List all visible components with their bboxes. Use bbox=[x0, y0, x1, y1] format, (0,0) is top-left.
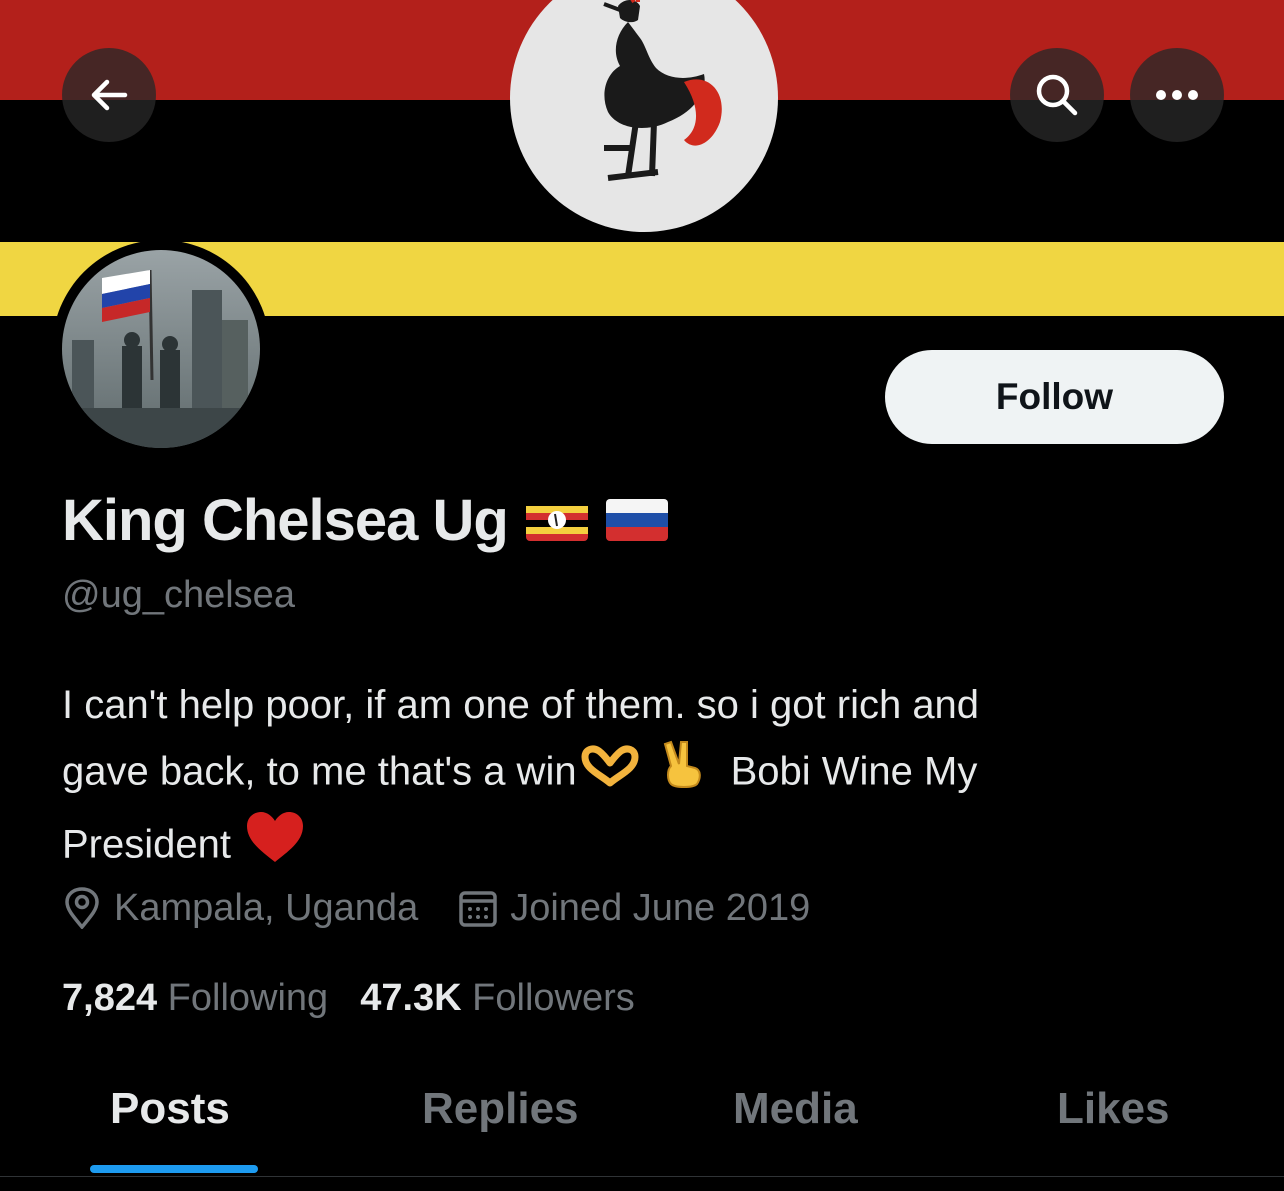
following-link[interactable]: 7,824 Following bbox=[62, 977, 328, 1020]
joined-text: Joined June 2019 bbox=[510, 886, 811, 929]
uganda-flag-emoji bbox=[525, 499, 588, 541]
more-icon bbox=[1156, 90, 1198, 100]
followers-count: 47.3K bbox=[360, 976, 462, 1019]
tab-likes[interactable]: Likes bbox=[1057, 1084, 1170, 1134]
russia-flag-emoji bbox=[605, 499, 668, 541]
avatar-image bbox=[62, 250, 260, 448]
tab-media[interactable]: Media bbox=[733, 1084, 858, 1134]
back-arrow-icon bbox=[91, 79, 128, 111]
profile-tabs: Posts Replies Media Likes bbox=[0, 1060, 1284, 1177]
bio: I can't help poor, if am one of them. so… bbox=[62, 672, 1222, 884]
followers-link[interactable]: 47.3K Followers bbox=[360, 977, 635, 1020]
follow-button[interactable]: Follow bbox=[885, 350, 1224, 444]
location: Kampala, Uganda bbox=[62, 887, 418, 930]
location-text: Kampala, Uganda bbox=[114, 886, 419, 929]
profile-meta: Kampala, Uganda Joined June 2019 bbox=[62, 882, 850, 934]
display-name: King Chelsea Ug bbox=[62, 487, 509, 553]
name-row: King Chelsea Ug bbox=[62, 484, 668, 556]
handle: @ug_chelsea bbox=[62, 574, 295, 616]
calendar-icon bbox=[459, 891, 497, 927]
following-label: Following bbox=[167, 976, 329, 1019]
join-date: Joined June 2019 bbox=[458, 887, 810, 930]
back-button[interactable] bbox=[62, 48, 156, 142]
follow-stats: 7,824 Following 47.3K Followers bbox=[62, 972, 667, 1024]
bio-text: President bbox=[62, 822, 231, 867]
tab-replies[interactable]: Replies bbox=[422, 1084, 579, 1134]
victory-hand-emoji bbox=[661, 738, 705, 810]
bio-line: I can't help poor, if am one of them. so… bbox=[62, 672, 1222, 738]
more-button[interactable] bbox=[1130, 48, 1224, 142]
bio-line: gave back, to me that's a win Bobi Wine … bbox=[62, 738, 1222, 810]
location-pin-icon bbox=[65, 887, 99, 929]
search-icon bbox=[1036, 74, 1078, 116]
bio-text: I can't help poor, if am one of them. so… bbox=[62, 683, 980, 727]
search-button[interactable] bbox=[1010, 48, 1104, 142]
tab-posts[interactable]: Posts bbox=[110, 1084, 230, 1134]
bio-text: gave back, to me that's a win bbox=[62, 749, 577, 794]
following-count: 7,824 bbox=[62, 976, 158, 1019]
tabs-divider bbox=[0, 1176, 1284, 1177]
crested-crane-emblem bbox=[510, 0, 778, 232]
avatar[interactable] bbox=[52, 240, 270, 458]
heart-hands-emoji bbox=[581, 741, 639, 807]
followers-label: Followers bbox=[472, 976, 635, 1019]
active-tab-indicator bbox=[90, 1165, 258, 1173]
red-heart-emoji bbox=[245, 810, 305, 884]
bio-line: President bbox=[62, 810, 1222, 884]
bio-text: Bobi Wine My bbox=[730, 749, 978, 794]
